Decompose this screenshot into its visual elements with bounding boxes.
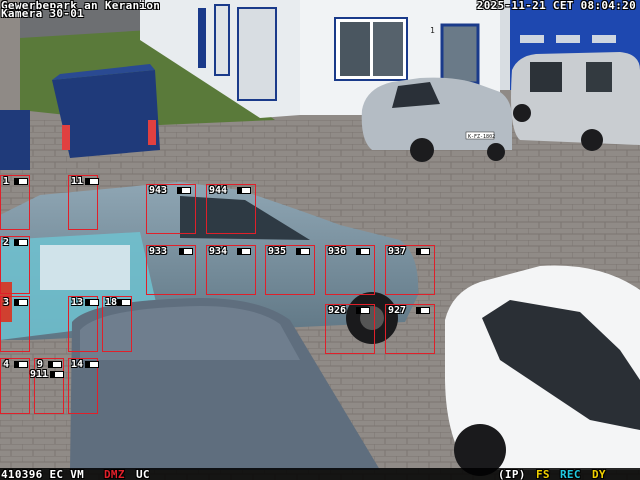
detection-box[interactable]: 933 [146, 245, 196, 295]
van-window [530, 62, 562, 92]
dumpster-2 [0, 110, 30, 170]
window-pane-left [340, 22, 370, 76]
detection-id: 926 [328, 305, 347, 316]
detection-id: 943 [149, 185, 168, 196]
wheel [410, 138, 434, 162]
detection-box[interactable]: 2 [0, 236, 30, 294]
detection-marker [14, 178, 28, 185]
detection-id: 936 [328, 246, 347, 257]
detection-marker [237, 248, 251, 255]
detection-marker [48, 361, 62, 368]
detection-id: 2 [3, 237, 10, 248]
detection-id: 911 [30, 369, 49, 380]
side-door [198, 8, 206, 68]
detection-id: 1 [3, 176, 10, 187]
detection-box[interactable]: 936 [325, 245, 375, 295]
detection-marker [416, 248, 430, 255]
detection-box[interactable]: 926 [325, 304, 375, 354]
detection-id: 937 [388, 246, 407, 257]
detection-marker [85, 178, 99, 185]
detection-id: 927 [388, 305, 407, 316]
detection-box[interactable]: 934 [206, 245, 256, 295]
hazard-stripe [62, 125, 70, 150]
detection-marker [177, 187, 191, 194]
window-pane-right [373, 22, 403, 76]
detection-id: 11 [71, 176, 84, 187]
wheel [581, 129, 603, 151]
detection-marker [356, 248, 370, 255]
garage-window [592, 35, 616, 43]
detection-marker [14, 239, 28, 246]
detection-box[interactable]: 935 [265, 245, 315, 295]
detection-box[interactable]: 1 [0, 175, 30, 230]
status-ip: (IP) [498, 468, 526, 480]
detection-id: 933 [149, 246, 168, 257]
detection-box[interactable]: 937 [385, 245, 435, 295]
detection-box[interactable]: 13 [68, 296, 99, 352]
detection-marker [416, 307, 430, 314]
detection-id: 14 [71, 359, 84, 370]
wheel [487, 143, 505, 161]
detection-marker [85, 299, 99, 306]
van-window-2 [586, 62, 612, 92]
detection-id: 944 [209, 185, 228, 196]
garage-window [520, 35, 544, 43]
detection-box[interactable]: 3 [0, 296, 30, 352]
detection-marker [296, 248, 310, 255]
detection-box[interactable]: 943 [146, 184, 196, 234]
osd-camera-name: Kamera 30-01 [1, 7, 85, 20]
door-number: 1 [430, 26, 435, 35]
detection-id: 934 [209, 246, 228, 257]
detection-id: 935 [268, 246, 287, 257]
detection-id: 13 [71, 297, 84, 308]
detection-box[interactable]: 18 [102, 296, 132, 352]
side-window [237, 7, 277, 101]
detection-box[interactable]: 11 [68, 175, 99, 230]
status-rec: REC [560, 468, 581, 480]
status-alert: DMZ [104, 468, 125, 480]
detection-id: 3 [3, 297, 10, 308]
detection-box[interactable]: 911 [27, 368, 67, 414]
detection-box[interactable]: 944 [206, 184, 256, 234]
status-bar: 410396 EC VM DMZ UC (IP) FS REC DY [0, 468, 640, 480]
detection-marker [85, 361, 99, 368]
detection-box[interactable]: 14 [68, 358, 99, 414]
detection-box[interactable]: 927 [385, 304, 435, 354]
detection-marker [14, 299, 28, 306]
detection-marker [237, 187, 251, 194]
camera-view: 1 K-FZ-1802 Gewerbepark an Keranion Kame… [0, 0, 640, 480]
side-window-2 [214, 4, 230, 76]
detection-marker [50, 371, 64, 378]
status-code: 410396 EC VM [1, 468, 85, 480]
detection-id: 18 [105, 297, 118, 308]
detection-box[interactable]: 4 [0, 358, 30, 414]
status-fs: FS [536, 468, 550, 480]
entrance-door [440, 23, 480, 85]
car-decal [40, 245, 130, 290]
wheel [513, 104, 531, 122]
detection-marker [14, 361, 28, 368]
detection-marker [179, 248, 193, 255]
status-dy: DY [592, 468, 606, 480]
detection-id: 4 [3, 359, 10, 370]
detection-marker [356, 307, 370, 314]
detection-marker [117, 299, 131, 306]
status-mode: UC [136, 468, 150, 480]
hazard-stripe [148, 120, 156, 145]
suv-plate-text: K-FZ-1802 [468, 134, 495, 140]
garage-window [556, 35, 580, 43]
osd-timestamp: 2025-11-21 CET 08:04:20 [476, 0, 636, 12]
garage-frame [500, 0, 510, 90]
